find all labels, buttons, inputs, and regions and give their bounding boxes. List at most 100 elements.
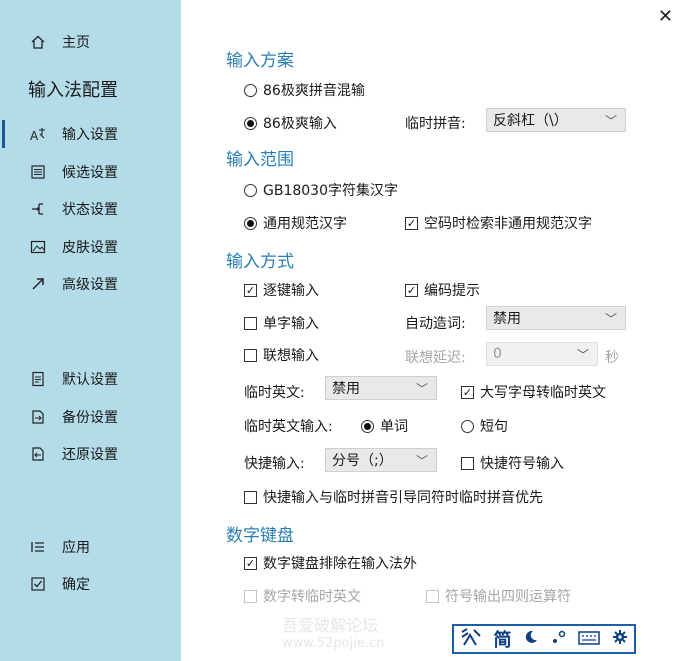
sidebar-title: 输入法配置: [28, 80, 118, 101]
checkbox-num-to-english[interactable]: 数字转临时英文: [244, 586, 361, 606]
checkbox-box: [244, 348, 257, 362]
default-settings-icon: [28, 369, 48, 389]
temp-english-select[interactable]: 禁用 ﹀: [325, 376, 437, 400]
checkbox-box: [244, 316, 257, 330]
sidebar-restore-settings[interactable]: 还原设置: [28, 442, 118, 466]
ime-status-toolbar[interactable]: 简: [452, 624, 636, 654]
checkbox-box: [461, 456, 474, 470]
method-heading: 输入方式: [226, 252, 294, 272]
checkbox-label: 数字键盘排除在输入法外: [263, 556, 417, 572]
numpad-heading: 数字键盘: [226, 526, 294, 546]
svg-text:A: A: [30, 129, 39, 142]
chevron-down-icon: ﹀: [415, 382, 428, 396]
radio-label: 86极爽拼音混输: [263, 83, 365, 99]
skin-settings-icon: [28, 237, 48, 257]
temp-pinyin-label: 临时拼音:: [405, 116, 466, 132]
radio-86-input[interactable]: 86极爽输入: [244, 113, 337, 133]
watermark-text: 吾爱破解论坛: [282, 616, 379, 635]
checkbox-code-hint[interactable]: ✓ 编码提示: [405, 280, 480, 300]
punctuation-icon[interactable]: [551, 629, 567, 650]
radio-phrase[interactable]: 短句: [461, 416, 508, 436]
radio-label: 通用规范汉字: [263, 216, 347, 232]
chevron-down-icon: ﹀: [576, 348, 589, 362]
sidebar-item-advanced-settings[interactable]: 高级设置: [28, 272, 118, 296]
selection-indicator: [2, 120, 5, 148]
auto-word-label: 自动造词:: [405, 316, 466, 332]
list-icon: [28, 537, 48, 557]
close-icon[interactable]: ✕: [658, 6, 673, 27]
keyboard-icon[interactable]: [578, 629, 601, 650]
seconds-label: 秒: [605, 350, 619, 366]
moon-icon[interactable]: [523, 629, 539, 650]
sidebar-default-settings[interactable]: 默认设置: [28, 367, 118, 391]
main-panel: ✕ 输入方案 86极爽拼音混输 86极爽输入 临时拼音: 反斜杠（\） ﹀ 输入…: [181, 0, 687, 661]
checkbox-box: ✓: [244, 283, 257, 297]
checkbox-label: 数字转临时英文: [263, 589, 361, 605]
checkbox-label: 逐键输入: [263, 283, 319, 299]
checkbox-box: [426, 589, 439, 603]
sidebar: 主页 输入法配置 A 输入设置 候选设置 状态设置 皮肤设置 高级设置 默认设置…: [0, 0, 181, 661]
sidebar-item-label: 候选设置: [62, 165, 118, 181]
radio-gb18030[interactable]: GB18030字符集汉字: [244, 180, 398, 200]
checkbox-search-nonstandard[interactable]: ✓ 空码时检索非通用规范汉字: [405, 213, 592, 233]
input-settings-icon: A: [28, 124, 48, 144]
assoc-delay-label: 联想延迟:: [405, 350, 466, 366]
quick-input-label: 快捷输入:: [244, 456, 305, 472]
sidebar-home[interactable]: 主页: [28, 30, 90, 54]
select-value: 反斜杠（\）: [493, 113, 568, 129]
sidebar-backup-settings[interactable]: 备份设置: [28, 405, 118, 429]
sidebar-item-status-settings[interactable]: 状态设置: [28, 197, 118, 221]
sidebar-item-input-settings[interactable]: A 输入设置: [28, 122, 118, 146]
radio-word[interactable]: 单词: [361, 416, 408, 436]
chevron-down-icon: ﹀: [604, 312, 617, 326]
checkbox-box: [244, 589, 257, 603]
temp-english-input-label: 临时英文输入:: [244, 419, 333, 435]
sidebar-item-candidate-settings[interactable]: 候选设置: [28, 160, 118, 184]
checkbox-box: ✓: [244, 556, 257, 570]
chevron-down-icon: ﹀: [604, 114, 617, 128]
checkbox-numpad-exclude[interactable]: ✓ 数字键盘排除在输入法外: [244, 553, 417, 573]
radio-label: 单词: [380, 419, 408, 435]
watermark-url: www.52pojie.cn: [282, 636, 385, 651]
quick-input-select[interactable]: 分号（;） ﹀: [325, 448, 437, 472]
select-value: 分号（;）: [332, 453, 393, 469]
checkbox-stepwise[interactable]: ✓ 逐键输入: [244, 280, 319, 300]
radio-circle: [244, 83, 257, 97]
advanced-settings-icon: [28, 274, 48, 294]
ok-button[interactable]: 确定: [28, 572, 90, 596]
radio-circle: [361, 419, 374, 433]
checkbox-single-char[interactable]: 单字输入: [244, 313, 319, 333]
gear-icon[interactable]: [612, 629, 628, 650]
sidebar-item-label: 高级设置: [62, 277, 118, 293]
select-value: 禁用: [493, 311, 521, 327]
radio-circle: [244, 216, 257, 230]
apply-button[interactable]: 应用: [28, 535, 90, 559]
sidebar-item-label: 还原设置: [62, 447, 118, 463]
temp-pinyin-select[interactable]: 反斜杠（\） ﹀: [486, 108, 626, 132]
checkbox-quick-symbol[interactable]: 快捷符号输入: [461, 453, 564, 473]
logo-icon[interactable]: [460, 627, 482, 652]
sidebar-item-label: 皮肤设置: [62, 240, 118, 256]
checkbox-label: 单字输入: [263, 316, 319, 332]
sidebar-item-skin-settings[interactable]: 皮肤设置: [28, 235, 118, 259]
checkbox-caps-temp-english[interactable]: ✓ 大写字母转临时英文: [461, 382, 606, 402]
radio-label: 短句: [480, 419, 508, 435]
assoc-delay-select[interactable]: 0 ﹀: [486, 342, 598, 366]
sidebar-item-label: 默认设置: [62, 372, 118, 388]
ok-label: 确定: [62, 577, 90, 593]
radio-circle: [244, 116, 257, 130]
sidebar-item-label: 状态设置: [62, 202, 118, 218]
radio-label: GB18030字符集汉字: [263, 183, 398, 199]
status-settings-icon: [28, 199, 48, 219]
apply-label: 应用: [62, 540, 90, 556]
radio-86-mixed[interactable]: 86极爽拼音混输: [244, 80, 365, 100]
checkbox-symbol-arith[interactable]: 符号输出四则运算符: [426, 586, 571, 606]
checkbox-label: 联想输入: [263, 348, 319, 364]
checkbox-quick-priority[interactable]: 快捷输入与临时拼音引导同符时临时拼音优先: [244, 487, 543, 507]
mode-simplified[interactable]: 简: [493, 626, 511, 652]
radio-general-standard[interactable]: 通用规范汉字: [244, 213, 347, 233]
sidebar-item-label: 输入设置: [62, 127, 118, 143]
checkbox-label: 快捷输入与临时拼音引导同符时临时拼音优先: [263, 490, 543, 506]
checkbox-associative[interactable]: 联想输入: [244, 345, 319, 365]
auto-word-select[interactable]: 禁用 ﹀: [486, 306, 626, 330]
